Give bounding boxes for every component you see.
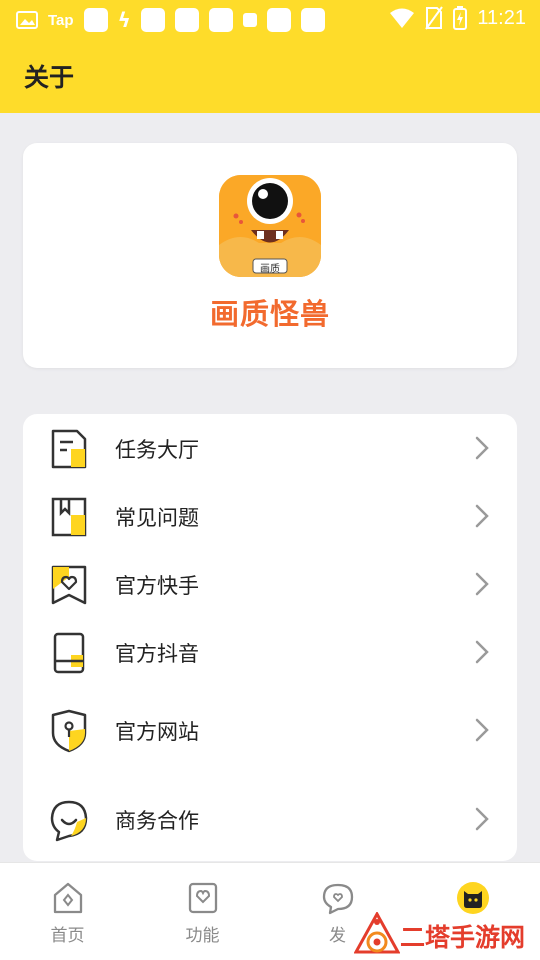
nav-tab-label: 功能: [185, 926, 220, 946]
notification-icon: [174, 8, 199, 32]
menu-item-label: 官方网站: [115, 720, 199, 744]
faq-book-icon: [51, 497, 87, 537]
chevron-right-icon: [475, 807, 489, 831]
app-info-card: 画质 画质怪兽: [23, 143, 517, 368]
menu-item-label: 官方快手: [115, 574, 199, 598]
menu-item-business[interactable]: 商务合作: [23, 789, 517, 849]
notification-icons: Tap ϟ: [16, 8, 325, 32]
notification-icon: [208, 8, 233, 32]
watermark-text: 二塔手游网: [400, 923, 526, 952]
chevron-right-icon: [475, 436, 489, 460]
clock: 11:21: [477, 6, 526, 29]
menu-item-task-hall[interactable]: 任务大厅: [23, 418, 517, 478]
menu-item-kuaishou[interactable]: 官方快手: [23, 554, 517, 614]
notification-icon: [266, 8, 291, 32]
notification-icon: [300, 8, 325, 32]
notification-icon: [242, 13, 257, 27]
page-title: 关于: [24, 63, 75, 92]
menu-item-label: 官方抖音: [115, 642, 199, 666]
nav-tab-label: 首页: [50, 926, 85, 946]
site-watermark: 二塔手游网: [352, 910, 540, 960]
status-bar: Tap ϟ 11:21: [0, 0, 540, 40]
notification-icon: [140, 8, 165, 32]
gallery-icon: [16, 11, 38, 29]
app-name: 画质怪兽: [209, 297, 330, 331]
bolt-icon: ϟ: [117, 8, 131, 32]
nav-tab-home[interactable]: 首页: [0, 863, 135, 960]
menu-item-label: 商务合作: [115, 809, 199, 833]
chevron-right-icon: [475, 640, 489, 664]
menu-item-website[interactable]: 官方网站: [23, 700, 517, 760]
nav-tab-features[interactable]: 功能: [135, 863, 270, 960]
system-status: 11:21: [389, 6, 526, 30]
app-logo: 画质: [219, 175, 321, 277]
task-hall-icon: [51, 429, 87, 469]
watermark-logo-icon: [354, 912, 400, 954]
chevron-right-icon: [475, 504, 489, 528]
home-icon: [53, 882, 82, 914]
features-icon: [188, 882, 217, 914]
tap-notification-label: Tap: [48, 11, 74, 29]
chat-cooperation-icon: [50, 800, 88, 842]
app-header: 关于: [0, 40, 540, 113]
kuaishou-icon: [51, 565, 87, 605]
no-sim-icon: [425, 6, 444, 30]
menu-item-label: 常见问题: [115, 506, 199, 530]
menu-item-faq[interactable]: 常见问题: [23, 486, 517, 546]
menu-item-douyin[interactable]: 官方抖音: [23, 622, 517, 682]
wifi-icon: [390, 8, 415, 28]
chevron-right-icon: [475, 572, 489, 596]
discover-icon: [322, 883, 353, 915]
douyin-icon: [53, 632, 85, 674]
notification-icon: [83, 8, 108, 32]
menu-item-label: 任务大厅: [115, 438, 199, 462]
menu-list: 任务大厅 常见问题 官方快手 官方抖音 官方网站 商务合作: [23, 414, 517, 861]
app-logo-badge: 画质: [260, 264, 280, 275]
battery-charging-icon: [453, 6, 468, 30]
website-shield-icon: [51, 709, 87, 753]
chevron-right-icon: [475, 718, 489, 742]
